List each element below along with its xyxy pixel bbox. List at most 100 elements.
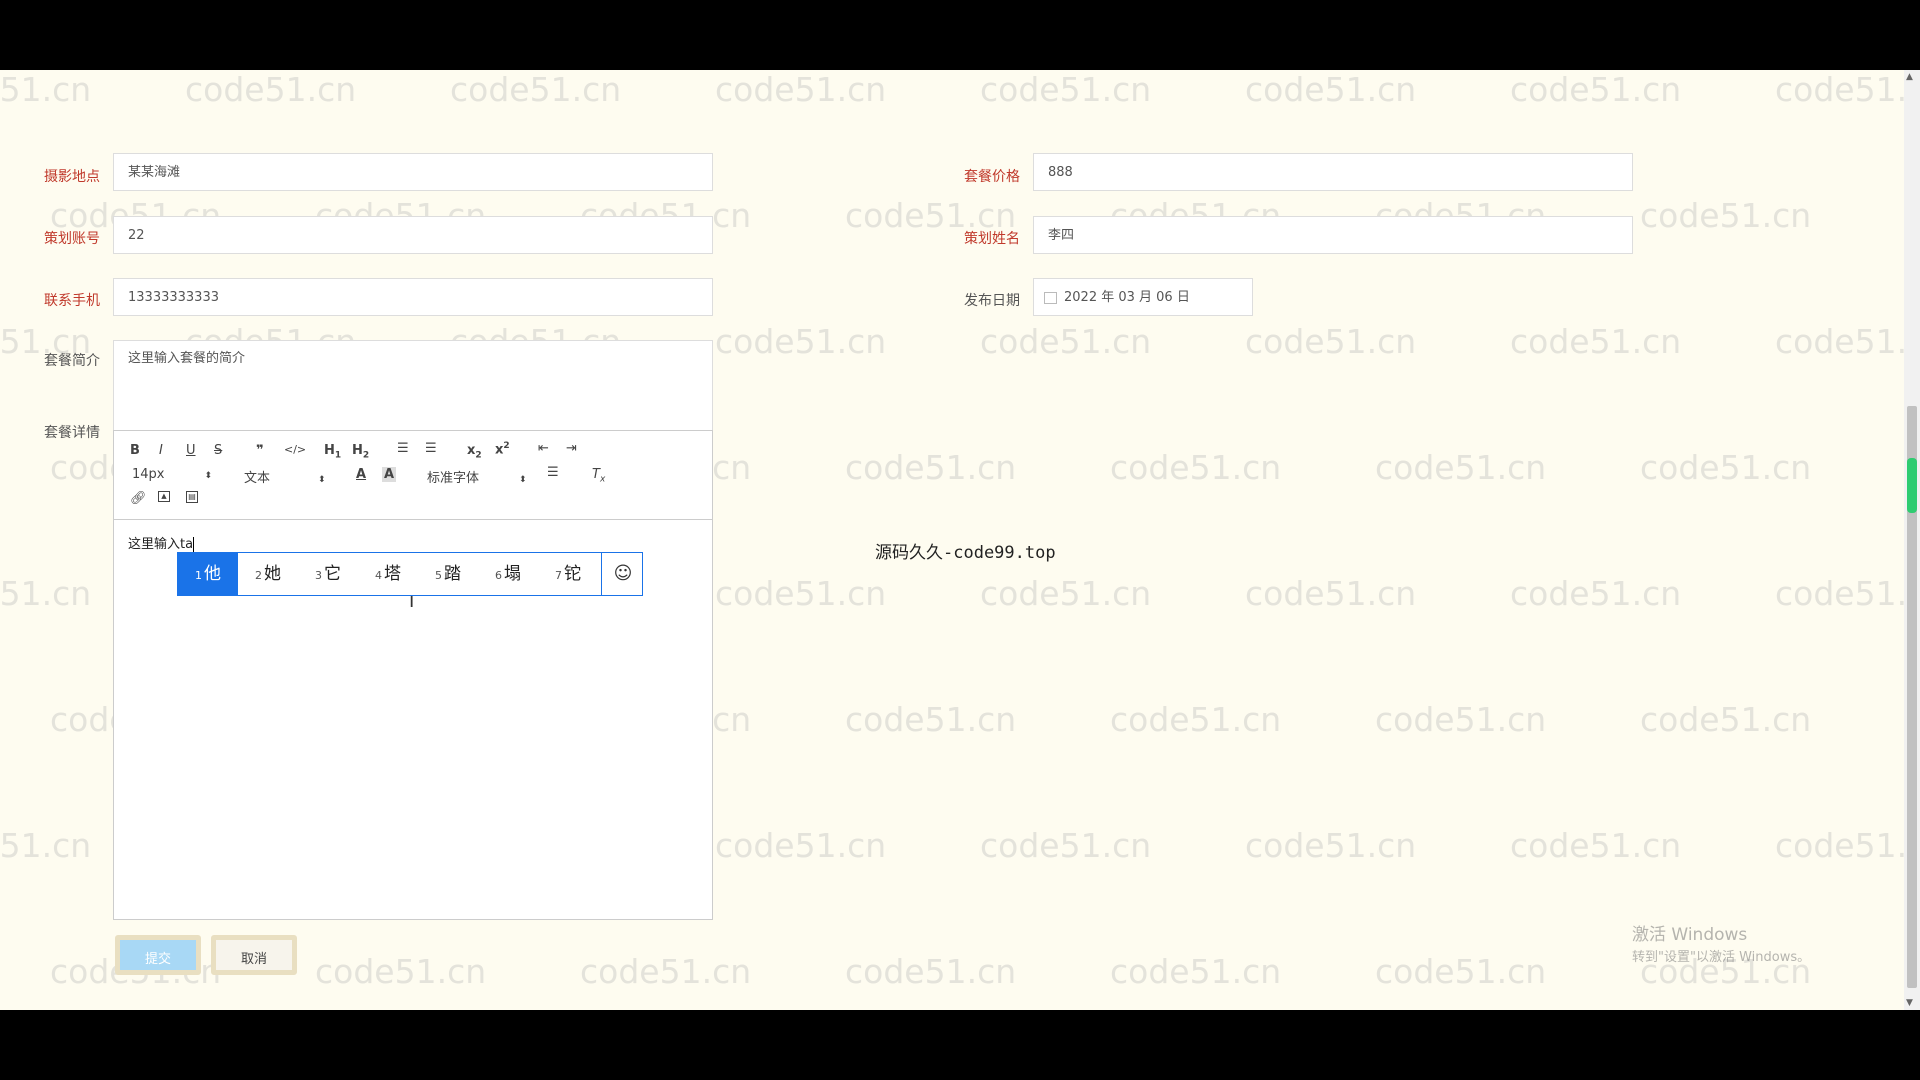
center-site-text: 源码久久-code99.top xyxy=(875,543,1056,563)
rich-text-editor[interactable]: B I U S ❞ </> H1 H2 ☰ ☰ x2 x2 ⇤ ⇥ 14px ⬍ … xyxy=(113,430,713,920)
watermark-text: code51.cn xyxy=(1510,70,1682,109)
label-planner-name: 策划姓名 xyxy=(964,231,1020,247)
cancel-button[interactable]: 取消 xyxy=(211,935,297,975)
label-planner-account: 策划账号 xyxy=(44,231,100,247)
windows-activation-subtitle: 转到"设置"以激活 Windows。 xyxy=(1632,950,1811,965)
watermark-text: code51.cn xyxy=(1510,322,1682,361)
watermark-text: code51.cn xyxy=(980,574,1152,613)
ime-candidate[interactable]: 1他 xyxy=(178,553,238,595)
quote-icon[interactable]: ❞ xyxy=(256,443,264,458)
ime-candidate[interactable]: 3它 xyxy=(298,553,358,595)
ime-candidate-number: 2 xyxy=(255,569,262,582)
ime-candidate-char: 她 xyxy=(264,564,281,584)
ime-candidate-char: 踏 xyxy=(444,564,461,584)
clear-format-icon[interactable]: Tx xyxy=(592,467,605,485)
publish-date-value: 2022 年 03 月 06 日 xyxy=(1064,290,1190,305)
planner-name-input[interactable]: 李四 xyxy=(1033,216,1633,254)
watermark-text: code51.cn xyxy=(715,70,887,109)
label-package-detail: 套餐详情 xyxy=(44,425,100,441)
watermark-text: code51.cn xyxy=(715,322,887,361)
watermark-text: code51.cn xyxy=(1110,448,1282,487)
contact-phone-input[interactable]: 13333333333 xyxy=(113,278,713,316)
h2-icon[interactable]: H2 xyxy=(352,443,369,461)
ordered-list-icon[interactable]: ☰ xyxy=(397,441,409,456)
scroll-down-icon[interactable]: ▼ xyxy=(1906,998,1913,1008)
watermark-text: code51.cn xyxy=(1775,574,1920,613)
watermark-text: code51.cn xyxy=(845,448,1017,487)
ime-candidate[interactable]: 5踏 xyxy=(418,553,478,595)
ime-candidate-number: 7 xyxy=(555,569,562,582)
page-viewport: code51.cn code51.cn code51.cn code51.cn code… xyxy=(0,70,1920,1010)
h1-icon[interactable]: H1 xyxy=(324,443,341,461)
ime-candidate-number: 3 xyxy=(315,569,322,582)
image-icon[interactable]: ▲ xyxy=(158,491,170,502)
indent-icon[interactable]: ⇥ xyxy=(566,441,577,456)
ime-candidate[interactable]: 4塔 xyxy=(358,553,418,595)
planner-account-input[interactable]: 22 xyxy=(113,216,713,254)
label-contact-phone: 联系手机 xyxy=(44,293,100,309)
watermark-text: code51.cn xyxy=(1775,322,1920,361)
watermark-text: code51.cn xyxy=(0,574,92,613)
ime-candidate[interactable]: 2她 xyxy=(238,553,298,595)
watermark-text: code51.cn xyxy=(185,70,357,109)
watermark-text: code51.cn xyxy=(0,826,92,865)
label-shoot-location: 摄影地点 xyxy=(44,169,100,185)
ime-candidate[interactable]: 7铊 xyxy=(538,553,598,595)
label-package-price: 套餐价格 xyxy=(964,169,1020,185)
ime-candidate-number: 1 xyxy=(195,569,202,582)
italic-icon[interactable]: I xyxy=(159,443,163,458)
superscript-icon[interactable]: x2 xyxy=(495,441,510,457)
watermark-text: code51.cn xyxy=(1510,826,1682,865)
page-scrollbar[interactable]: ▲ ▼ xyxy=(1904,70,1920,1010)
watermark-text: code51.cn xyxy=(1110,952,1282,991)
video-icon[interactable]: ▤ xyxy=(186,491,198,503)
outdent-icon[interactable]: ⇤ xyxy=(538,441,549,456)
watermark-text: code51.cn xyxy=(1775,826,1920,865)
watermark-text: code51.cn xyxy=(450,70,622,109)
watermark-text: code51.cn xyxy=(1245,322,1417,361)
ime-candidate-bar: 1他2她3它4塔5踏6塌7铊 ☺ xyxy=(177,552,643,596)
ime-candidate-number: 4 xyxy=(375,569,382,582)
package-price-input[interactable]: 888 xyxy=(1033,153,1633,191)
bullet-list-icon[interactable]: ☰ xyxy=(425,441,437,456)
font-color-icon[interactable]: A xyxy=(356,467,366,482)
ime-candidate-char: 铊 xyxy=(564,564,581,584)
scroll-up-icon[interactable]: ▲ xyxy=(1906,72,1913,82)
label-package-intro: 套餐简介 xyxy=(44,353,100,369)
watermark-text: code51.cn xyxy=(1510,574,1682,613)
text-type-select[interactable]: 文本 ⬍ xyxy=(244,467,326,486)
watermark-text: code51.cn xyxy=(315,952,487,991)
font-family-select[interactable]: 标准字体 ⬍ xyxy=(427,467,527,486)
submit-button[interactable]: 提交 xyxy=(115,935,201,975)
align-icon[interactable]: ☰ xyxy=(547,465,559,480)
ime-candidate[interactable]: 6塌 xyxy=(478,553,538,595)
publish-date-input[interactable]: 2022 年 03 月 06 日 xyxy=(1033,278,1253,316)
windows-activation-title: 激活 Windows xyxy=(1632,925,1748,945)
watermark-text: code51.cn xyxy=(1640,196,1812,235)
watermark-text: code51.cn xyxy=(1110,700,1282,739)
watermark-text: code51.cn xyxy=(0,70,92,109)
editor-content[interactable]: 这里输入ta xyxy=(128,533,195,552)
watermark-text: code51.cn xyxy=(845,700,1017,739)
watermark-text: code51.cn xyxy=(1375,700,1547,739)
ime-candidate-char: 它 xyxy=(324,564,341,584)
smiley-icon[interactable]: ☺ xyxy=(601,553,644,595)
subscript-icon[interactable]: x2 xyxy=(467,443,482,461)
font-size-select[interactable]: 14px ⬍ xyxy=(132,467,212,482)
ime-candidate-char: 塔 xyxy=(384,564,401,584)
code-icon[interactable]: </> xyxy=(284,443,306,456)
ime-candidate-number: 6 xyxy=(495,569,502,582)
scroll-indicator xyxy=(1907,458,1917,513)
watermark-text: code51.cn xyxy=(1375,448,1547,487)
underline-icon[interactable]: U xyxy=(186,443,196,458)
link-icon[interactable]: 🔗︎ xyxy=(130,491,147,506)
watermark-text: code51.cn xyxy=(1375,952,1547,991)
bold-icon[interactable]: B xyxy=(130,443,140,458)
strike-icon[interactable]: S xyxy=(214,443,222,458)
watermark-text: code51.cn xyxy=(715,574,887,613)
watermark-text: code51.cn xyxy=(1245,574,1417,613)
watermark-text: code51.cn xyxy=(580,952,752,991)
shoot-location-input[interactable]: 某某海滩 xyxy=(113,153,713,191)
ime-candidate-char: 他 xyxy=(204,564,221,584)
background-color-icon[interactable]: A xyxy=(382,467,397,482)
